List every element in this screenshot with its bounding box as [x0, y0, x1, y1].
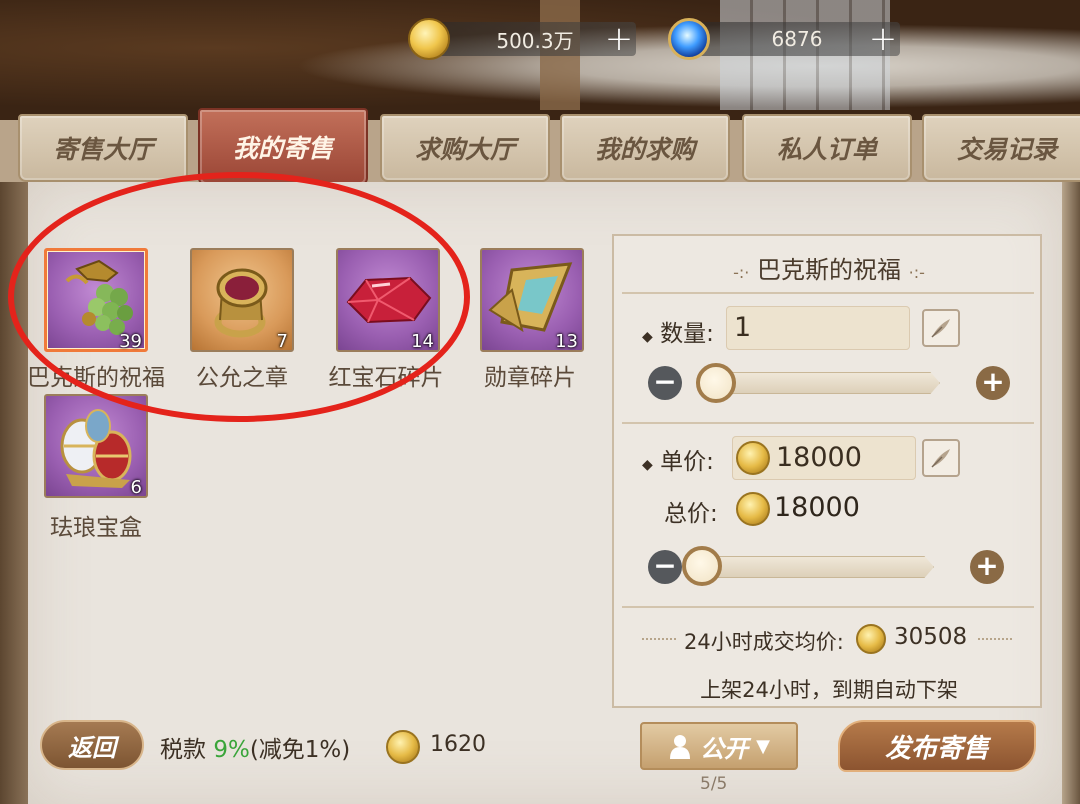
item-count: 39: [119, 331, 142, 352]
dotted-divider: [978, 638, 1012, 640]
item-count: 6: [130, 477, 142, 498]
item-slot-ruby-fragment[interactable]: 14: [336, 248, 440, 356]
back-button[interactable]: 返回: [40, 720, 144, 770]
gold-coin-icon: [386, 730, 420, 764]
item-name-bacchus-blessing: 巴克斯的祝福: [27, 365, 165, 391]
unit-price-label: 单价:: [660, 449, 714, 475]
edit-quantity-button[interactable]: [922, 309, 960, 347]
tab-my-consign[interactable]: 我的寄售: [198, 108, 368, 186]
quantity-input[interactable]: 1: [726, 306, 910, 350]
decoration-icon: ·:-: [908, 263, 925, 282]
diamond-bullet-icon: ◆: [642, 457, 653, 473]
gold-coin-icon: [736, 492, 770, 526]
tax-label: 税款: [160, 737, 214, 763]
item-name-enamel-box: 珐琅宝盒: [50, 515, 142, 541]
divider: [622, 292, 1034, 294]
gold-coin-icon: [736, 441, 770, 475]
gem-icon: [668, 18, 710, 60]
detail-title: 巴克斯的祝福: [757, 256, 901, 284]
decoration-icon: -:·: [733, 263, 750, 282]
gem-amount: 6876: [771, 27, 823, 51]
item-slot-fair-seal[interactable]: 7: [190, 248, 294, 356]
price-slider-handle[interactable]: [682, 546, 722, 586]
item-count: 13: [555, 331, 578, 352]
gem-currency-bar: 6876 +: [688, 22, 900, 56]
total-label: 总价:: [664, 501, 718, 527]
tax-reduction: (减免1%): [249, 737, 351, 763]
gold-amount: 500.3万: [496, 28, 574, 53]
person-icon: [670, 735, 691, 759]
diamond-bullet-icon: ◆: [642, 329, 653, 345]
tab-bar: 寄售大厅 我的寄售 求购大厅 我的求购 私人订单 交易记录: [0, 108, 1080, 186]
item-count: 14: [411, 331, 434, 352]
tax-amount: 1620: [430, 732, 486, 757]
add-gold-button[interactable]: +: [602, 22, 636, 56]
divider: [622, 422, 1034, 424]
item-count: 7: [276, 331, 288, 352]
panel-edge-right: [1062, 182, 1080, 804]
tab-buy-hall[interactable]: 求购大厅: [380, 114, 550, 182]
quantity-slider-handle[interactable]: [696, 363, 736, 403]
detail-panel: -:· 巴克斯的祝福 ·:- ◆ 数量: 1 − + ◆ 单价: 18000 总…: [612, 234, 1042, 708]
item-name-medal-fragment: 勋章碎片: [484, 365, 576, 391]
quantity-slider-track[interactable]: [700, 372, 940, 394]
quantity-decrease-button[interactable]: −: [648, 366, 682, 400]
gold-coin-icon: [856, 624, 886, 654]
price-increase-button[interactable]: +: [970, 550, 1004, 584]
avg-price-value: 30508: [894, 624, 968, 650]
price-decrease-button[interactable]: −: [648, 550, 682, 584]
tab-my-buy[interactable]: 我的求购: [560, 114, 730, 182]
item-slot-medal-fragment[interactable]: 13: [480, 248, 584, 356]
quantity-increase-button[interactable]: +: [976, 366, 1010, 400]
tax-info: 税款 9%(减免1%): [160, 730, 350, 764]
tax-rate: 9%: [213, 737, 250, 763]
gold-currency-bar: 500.3万 +: [428, 22, 636, 56]
quantity-label: 数量:: [660, 321, 714, 347]
detail-title-row: -:· 巴克斯的祝福 ·:-: [614, 250, 1044, 285]
tab-trade-records[interactable]: 交易记录: [922, 114, 1080, 182]
item-name-ruby-fragment: 红宝石碎片: [328, 365, 444, 391]
item-slot-enamel-box[interactable]: 6: [44, 394, 148, 502]
item-slot-bacchus-blessing[interactable]: 39: [44, 248, 148, 356]
tab-private-orders[interactable]: 私人订单: [742, 114, 912, 182]
tab-consign-hall[interactable]: 寄售大厅: [18, 114, 188, 182]
divider: [622, 606, 1034, 608]
visibility-dropdown[interactable]: 公开 ▼: [640, 722, 798, 770]
quill-icon: [931, 319, 950, 338]
page-indicator: 5/5: [700, 774, 728, 794]
total-value: 18000: [774, 492, 860, 523]
quill-icon: [931, 449, 950, 468]
unit-price-label-row: ◆ 单价:: [642, 442, 714, 476]
quantity-label-row: ◆ 数量:: [642, 314, 714, 348]
gold-coin-icon: [408, 18, 450, 60]
item-name-fair-seal: 公允之章: [196, 365, 288, 391]
dotted-divider: [642, 638, 676, 640]
unit-price-value: 18000: [776, 442, 862, 473]
visibility-label: 公开: [700, 733, 749, 763]
listing-duration-note: 上架24小时，到期自动下架: [700, 678, 958, 702]
avg-price-label: 24小时成交均价:: [684, 630, 844, 654]
price-slider-track[interactable]: [694, 556, 934, 578]
edit-price-button[interactable]: [922, 439, 960, 477]
add-gem-button[interactable]: +: [866, 22, 900, 56]
panel-edge-left: [0, 182, 28, 804]
chevron-down-icon: ▼: [756, 735, 770, 757]
publish-consign-button[interactable]: 发布寄售: [838, 720, 1036, 772]
